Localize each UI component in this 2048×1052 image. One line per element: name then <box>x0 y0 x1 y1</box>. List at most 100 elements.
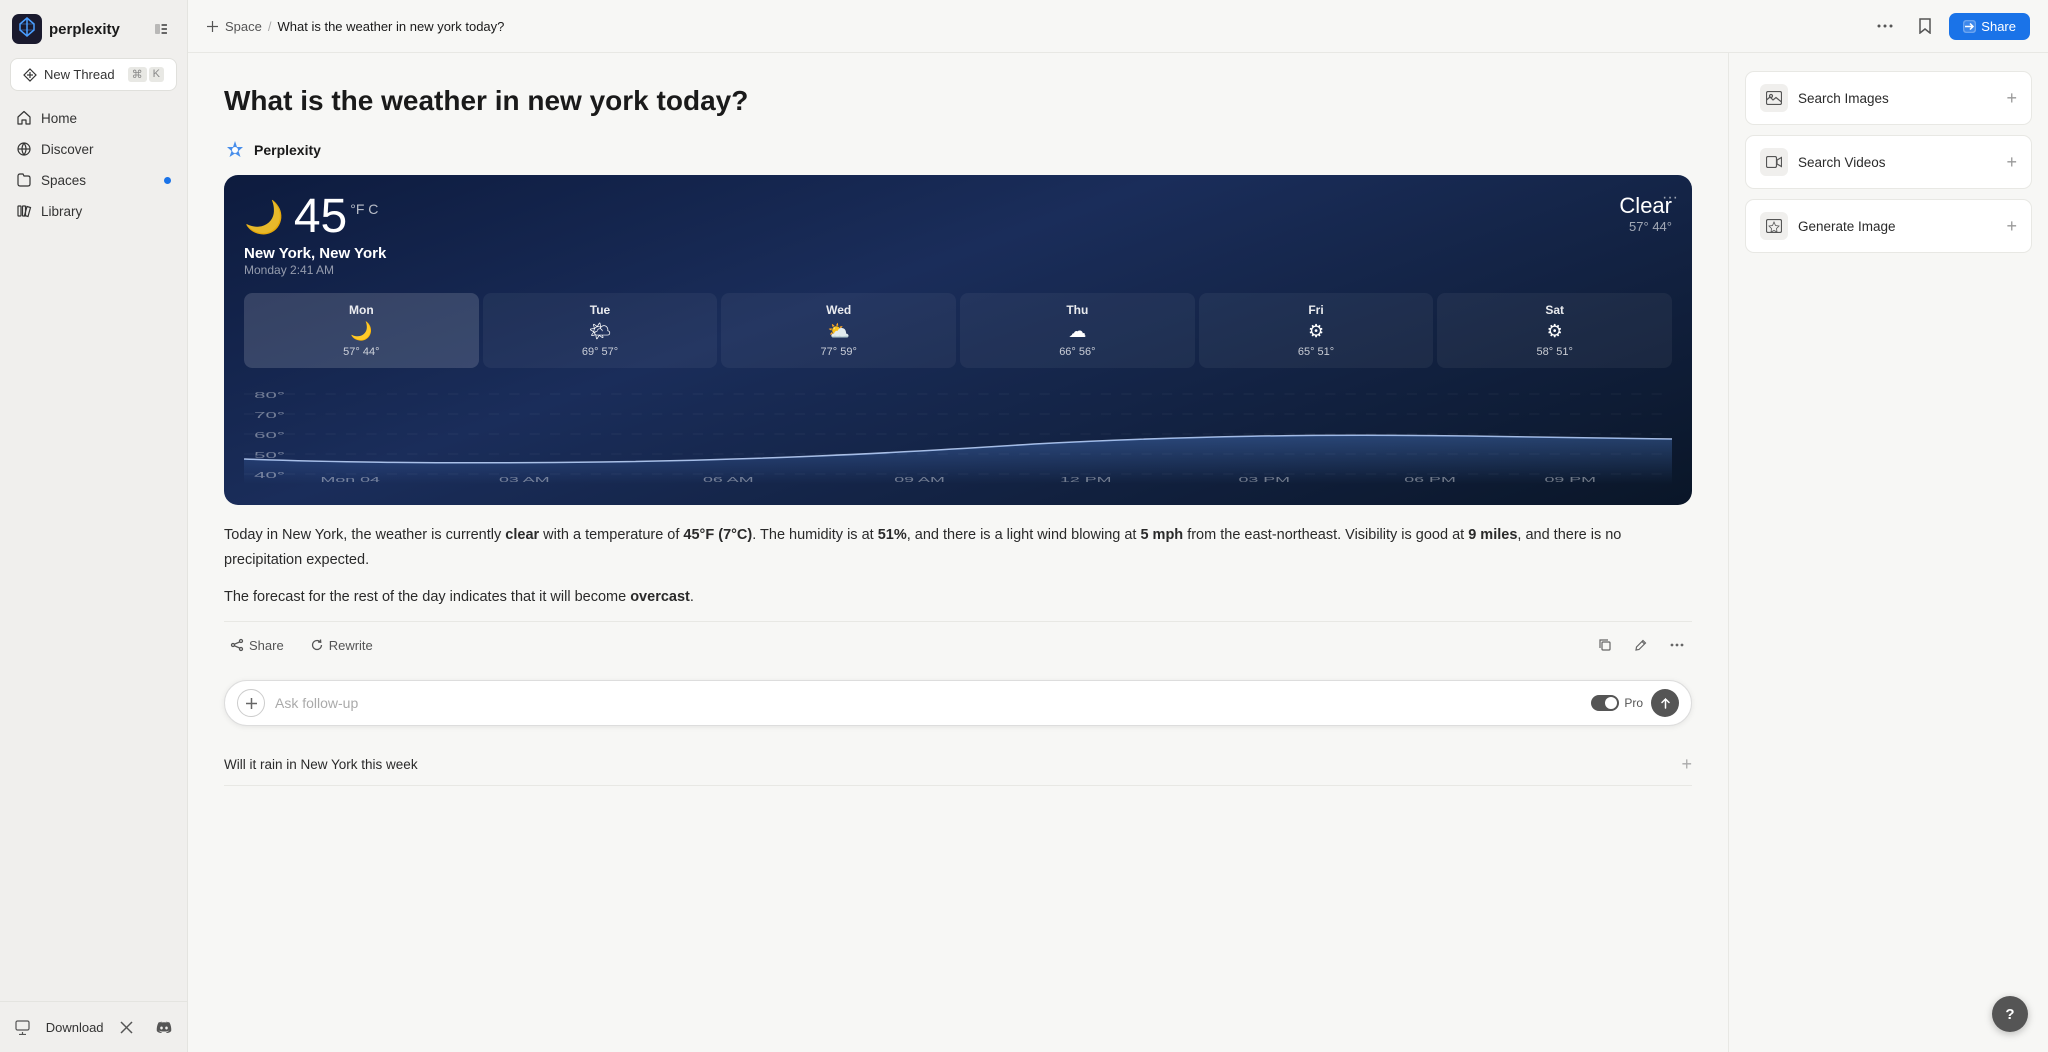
answer-source-label: Perplexity <box>254 142 321 158</box>
svg-text:80°: 80° <box>254 392 285 401</box>
answer-highlight-clear: clear <box>505 527 539 543</box>
send-icon <box>1660 698 1671 709</box>
edit-icon <box>1634 638 1648 652</box>
answer-header: Perplexity <box>224 139 1692 161</box>
sidebar-item-spaces[interactable]: Spaces <box>6 165 181 195</box>
answer-more-button[interactable] <box>1662 630 1692 660</box>
search-images-icon <box>1760 84 1788 112</box>
spaces-icon <box>16 172 32 188</box>
forecast-day-wed[interactable]: Wed ⛅ 77° 59° <box>721 293 956 368</box>
home-icon <box>16 110 32 126</box>
sidebar-item-discover[interactable]: Discover <box>6 134 181 164</box>
new-thread-button[interactable]: New Thread ⌘ K <box>10 58 177 91</box>
share-answer-icon <box>230 638 244 652</box>
bookmark-button[interactable] <box>1909 10 1941 42</box>
search-images-label: Search Images <box>1798 91 1889 106</box>
topbar-actions: Share <box>1869 10 2030 42</box>
related-plus-icon: + <box>1681 754 1692 775</box>
main-area: Space / What is the weather in new york … <box>188 0 2048 1052</box>
pro-toggle-switch[interactable] <box>1591 695 1619 711</box>
share-answer-label: Share <box>249 638 284 653</box>
svg-text:09 PM: 09 PM <box>1544 476 1596 484</box>
sidebar: perplexity New Thread ⌘ K <box>0 0 188 1052</box>
topbar: Space / What is the weather in new york … <box>188 0 2048 53</box>
svg-text:09 AM: 09 AM <box>894 476 945 484</box>
sidebar-bottom: Download <box>0 1001 187 1052</box>
collapse-sidebar-button[interactable] <box>147 15 175 43</box>
copy-button[interactable] <box>1590 630 1620 660</box>
weather-more-button[interactable]: ··· <box>1662 189 1678 207</box>
logo: perplexity <box>12 14 120 44</box>
desktop-download-button[interactable] <box>8 1012 38 1042</box>
search-videos-icon <box>1760 148 1788 176</box>
breadcrumb-space[interactable]: Space <box>225 19 262 34</box>
library-icon <box>16 203 32 219</box>
generate-image-plus-icon: + <box>2006 216 2017 237</box>
weather-high-low: 57° 44° <box>1619 219 1672 234</box>
new-thread-icon <box>23 68 37 82</box>
download-label: Download <box>46 1020 104 1035</box>
svg-text:06 AM: 06 AM <box>703 476 754 484</box>
forecast-day-sat[interactable]: Sat ⚙ 58° 51° <box>1437 293 1672 368</box>
ellipsis-icon <box>1877 24 1893 28</box>
svg-text:03 AM: 03 AM <box>499 476 550 484</box>
breadcrumb: Space / What is the weather in new york … <box>206 19 504 34</box>
perplexity-logo-icon <box>12 14 42 44</box>
pro-toggle[interactable]: Pro <box>1591 695 1643 711</box>
weather-location: New York, New York <box>244 245 1672 262</box>
search-images-item[interactable]: Search Images + <box>1745 71 2032 125</box>
nav-items: Home Discover Spaces Library <box>0 103 187 226</box>
related-item[interactable]: Will it rain in New York this week + <box>224 744 1692 786</box>
close-icon <box>120 1021 133 1034</box>
related-section: Will it rain in New York this week + <box>224 744 1692 786</box>
followup-input[interactable] <box>275 695 1581 711</box>
pro-label: Pro <box>1624 696 1643 710</box>
send-button[interactable] <box>1651 689 1679 717</box>
share-button[interactable]: Share <box>1949 13 2030 40</box>
answer-highlight-humidity: 51% <box>878 527 907 543</box>
rewrite-icon <box>310 638 324 652</box>
svg-text:06 PM: 06 PM <box>1404 476 1456 484</box>
close-button[interactable] <box>112 1012 142 1042</box>
svg-text:03 PM: 03 PM <box>1239 476 1291 484</box>
perplexity-answer-icon <box>224 139 246 161</box>
svg-text:50°: 50° <box>254 452 285 461</box>
discord-icon <box>156 1021 172 1034</box>
discord-button[interactable] <box>149 1012 179 1042</box>
weather-top: 🌙 45 °F C Clear 57° 44 <box>244 193 1672 241</box>
rewrite-label: Rewrite <box>329 638 373 653</box>
followup-box: Pro <box>224 680 1692 726</box>
answer-paragraph-2: The forecast for the rest of the day ind… <box>224 585 1692 610</box>
rewrite-button[interactable]: Rewrite <box>304 634 379 657</box>
temperature-units: °F C <box>350 201 378 217</box>
sidebar-item-library[interactable]: Library <box>6 196 181 226</box>
forecast-day-fri[interactable]: Fri ⚙ 65° 51° <box>1199 293 1434 368</box>
followup-add-button[interactable] <box>237 689 265 717</box>
forecast-day-thu[interactable]: Thu ☁ 66° 56° <box>960 293 1195 368</box>
sidebar-header: perplexity <box>0 0 187 54</box>
download-icon <box>15 1020 30 1035</box>
breadcrumb-separator: / <box>268 19 272 34</box>
edit-button[interactable] <box>1626 630 1656 660</box>
sidebar-item-label: Spaces <box>41 173 86 188</box>
app-name: perplexity <box>49 21 120 38</box>
search-videos-item[interactable]: Search Videos + <box>1745 135 2032 189</box>
share-answer-button[interactable]: Share <box>224 634 290 657</box>
generate-image-item[interactable]: Generate Image + <box>1745 199 2032 253</box>
more-options-button[interactable] <box>1869 10 1901 42</box>
temperature-graph: 80° 70° 60° 50° 40° Mon 04 03 AM 06 AM 0… <box>244 384 1672 484</box>
svg-text:40°: 40° <box>254 472 285 481</box>
sidebar-item-home[interactable]: Home <box>6 103 181 133</box>
help-button[interactable]: ? <box>1992 996 2028 1032</box>
sidebar-item-label: Discover <box>41 142 94 157</box>
content-area: What is the weather in new york today? P… <box>188 53 2048 1052</box>
moon-weather-icon: 🌙 <box>244 198 284 236</box>
temperature-value: 45 <box>294 193 347 241</box>
svg-text:Mon 04: Mon 04 <box>321 476 381 484</box>
spaces-notification-dot <box>164 177 171 184</box>
forecast-day-mon[interactable]: Mon 🌙 57° 44° <box>244 293 479 368</box>
answer-paragraph-1: Today in New York, the weather is curren… <box>224 523 1692 572</box>
right-panel: Search Images + Search Videos + <box>1728 53 2048 1052</box>
sidebar-item-label: Library <box>41 204 82 219</box>
forecast-day-tue[interactable]: Tue 🌤 69° 57° <box>483 293 718 368</box>
